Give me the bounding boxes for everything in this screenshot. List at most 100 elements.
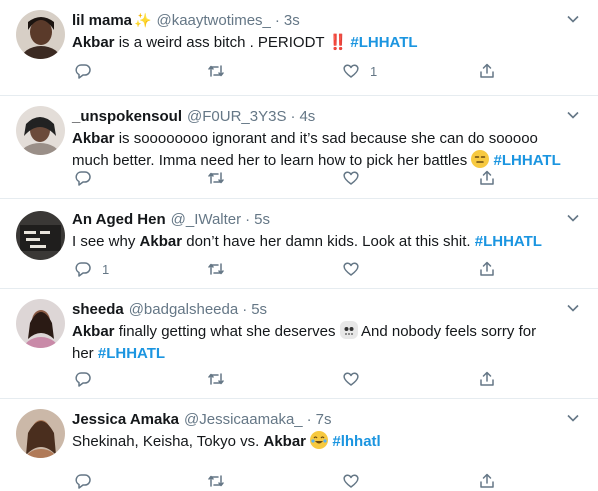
- share-icon: [480, 371, 494, 386]
- retweet-button[interactable]: [207, 259, 225, 279]
- share-icon: [480, 261, 494, 276]
- tweet-text: Akbar finally getting what she deserves …: [72, 321, 537, 362]
- retweet-button[interactable]: [207, 471, 225, 491]
- hashtag-link[interactable]: #LHHATL: [350, 34, 417, 51]
- share-icon: [480, 170, 494, 185]
- heart-icon: [343, 372, 359, 386]
- reply-button[interactable]: [74, 61, 102, 81]
- mention-akbar[interactable]: Akbar: [72, 323, 115, 340]
- timestamp[interactable]: 7s: [316, 411, 332, 428]
- tweet[interactable]: _unspokensoul @F0UR_3Y3S · 4s Akbar is s…: [0, 96, 598, 199]
- mention-akbar[interactable]: Akbar: [72, 34, 115, 51]
- reply-icon: [75, 474, 91, 489]
- chevron-down-icon[interactable]: [566, 108, 580, 122]
- like-button[interactable]: 1: [342, 61, 377, 81]
- reply-icon: [75, 262, 91, 277]
- timestamp[interactable]: 5s: [251, 301, 267, 318]
- expressionless-face-icon: [471, 150, 490, 168]
- user-handle[interactable]: @badgalsheeda: [129, 301, 238, 318]
- separator-dot: ·: [306, 410, 312, 428]
- reply-button[interactable]: [74, 369, 102, 389]
- retweet-button[interactable]: [207, 168, 225, 188]
- user-handle[interactable]: @F0UR_3Y3S: [187, 108, 286, 125]
- share-button[interactable]: [478, 471, 496, 491]
- tweet-actions: [74, 471, 494, 491]
- retweet-button[interactable]: [207, 369, 225, 389]
- tweet-text: Akbar is soooooooo ignorant and it’s sad…: [72, 130, 561, 169]
- retweet-icon: [208, 373, 224, 385]
- sparkles-icon: ✨: [134, 11, 152, 28]
- double-exclamation-icon: ‼️: [328, 34, 348, 51]
- share-icon: [480, 473, 494, 488]
- display-name[interactable]: Jessica Amaka: [72, 411, 179, 428]
- hashtag-link[interactable]: #LHHATL: [475, 233, 542, 250]
- like-button[interactable]: [342, 259, 370, 279]
- share-button[interactable]: [478, 61, 496, 81]
- reply-icon: [75, 64, 91, 79]
- mention-akbar[interactable]: Akbar: [140, 233, 183, 250]
- retweet-icon: [208, 172, 224, 184]
- separator-dot: ·: [274, 11, 280, 29]
- chevron-down-icon[interactable]: [566, 12, 580, 26]
- reply-icon: [75, 372, 91, 387]
- avatar[interactable]: [16, 299, 65, 348]
- reply-button[interactable]: [74, 471, 102, 491]
- tweet[interactable]: Jessica Amaka @Jessicaamaka_ · 7s Shekin…: [0, 399, 598, 489]
- user-handle[interactable]: @Jessicaamaka_: [184, 411, 303, 428]
- avatar[interactable]: [16, 409, 65, 458]
- share-icon: [480, 63, 494, 78]
- like-button[interactable]: [342, 168, 370, 188]
- chevron-down-icon[interactable]: [566, 411, 580, 425]
- retweet-icon: [208, 263, 224, 275]
- user-handle[interactable]: @_IWalter: [171, 211, 242, 228]
- heart-icon: [343, 262, 359, 276]
- retweet-icon: [208, 475, 224, 487]
- avatar[interactable]: [16, 10, 65, 59]
- mention-akbar[interactable]: Akbar: [264, 433, 307, 450]
- share-button[interactable]: [478, 259, 496, 279]
- separator-dot: ·: [242, 300, 248, 318]
- tears-of-joy-icon: [310, 431, 329, 449]
- tweet-text: I see why Akbar don’t have her damn kids…: [72, 233, 542, 250]
- heart-icon: [343, 64, 359, 78]
- retweet-button[interactable]: [207, 61, 225, 81]
- display-name[interactable]: sheeda: [72, 301, 124, 318]
- tweet[interactable]: An Aged Hen @_IWalter · 5s I see why Akb…: [0, 199, 598, 289]
- separator-dot: ·: [290, 107, 296, 125]
- retweet-icon: [208, 65, 224, 77]
- display-name[interactable]: An Aged Hen: [72, 211, 166, 228]
- timestamp[interactable]: 3s: [284, 12, 300, 29]
- tweet[interactable]: lil mama ✨ @kaaytwotimes_ · 3s Akbar is …: [0, 0, 598, 96]
- tweet-text: Akbar is a weird ass bitch . PERIODT ‼️ …: [72, 34, 418, 51]
- tweet-actions: 1: [74, 259, 494, 279]
- hashtag-link[interactable]: #LHHATL: [98, 345, 165, 362]
- reply-button[interactable]: [74, 168, 102, 188]
- separator-dot: ·: [245, 210, 251, 228]
- tweet-actions: [74, 369, 494, 389]
- avatar[interactable]: [16, 106, 65, 155]
- hashtag-link[interactable]: #lhhatl: [332, 433, 380, 450]
- tweet-actions: 1: [74, 61, 494, 81]
- tweet-text: Shekinah, Keisha, Tokyo vs. Akbar #lhhat…: [72, 431, 381, 450]
- chevron-down-icon[interactable]: [566, 211, 580, 225]
- skull-icon: [339, 321, 358, 339]
- reply-button[interactable]: 1: [74, 259, 109, 279]
- mention-akbar[interactable]: Akbar: [72, 130, 115, 147]
- like-button[interactable]: [342, 369, 370, 389]
- display-name[interactable]: _unspokensoul: [72, 108, 182, 125]
- share-button[interactable]: [478, 369, 496, 389]
- heart-icon: [343, 474, 359, 488]
- tweet-actions: [74, 168, 494, 188]
- hashtag-link[interactable]: #LHHATL: [494, 152, 561, 169]
- avatar[interactable]: [16, 211, 65, 260]
- user-handle[interactable]: @kaaytwotimes_: [156, 12, 270, 29]
- timestamp[interactable]: 5s: [254, 211, 270, 228]
- chevron-down-icon[interactable]: [566, 301, 580, 315]
- heart-icon: [343, 171, 359, 185]
- reply-icon: [75, 171, 91, 186]
- display-name[interactable]: lil mama: [72, 12, 132, 29]
- tweet[interactable]: sheeda @badgalsheeda · 5s Akbar finally …: [0, 289, 598, 399]
- timestamp[interactable]: 4s: [299, 108, 315, 125]
- share-button[interactable]: [478, 168, 496, 188]
- like-button[interactable]: [342, 471, 370, 491]
